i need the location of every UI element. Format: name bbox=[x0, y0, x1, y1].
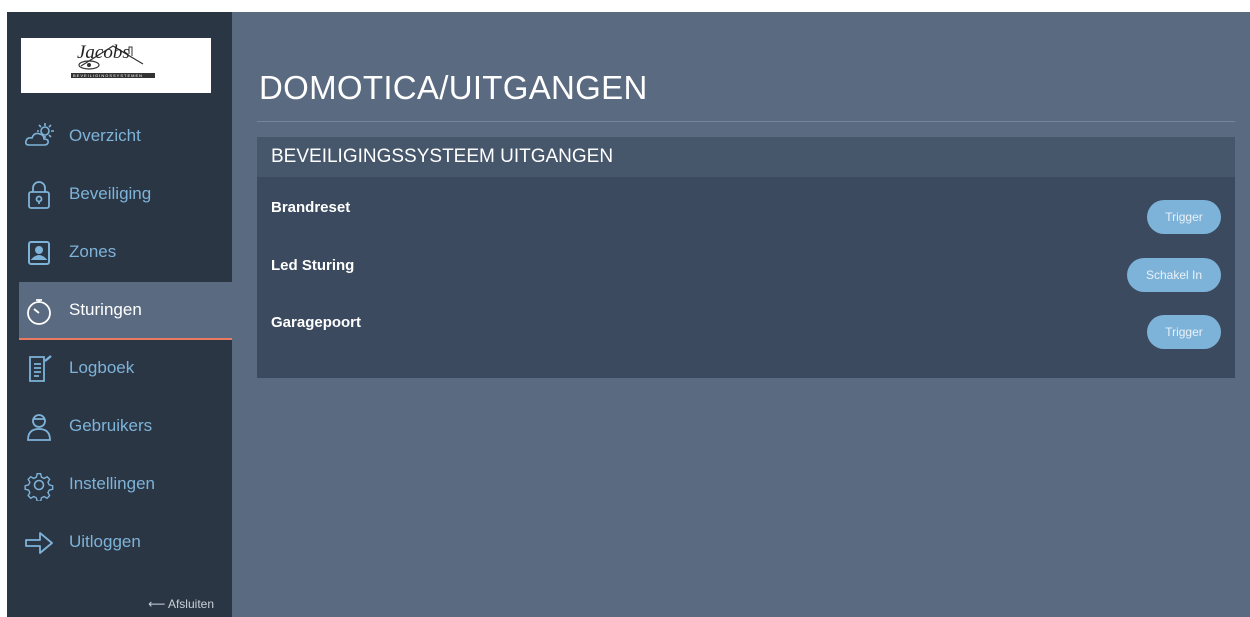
sidebar-item-overzicht[interactable]: Overzicht bbox=[7, 108, 232, 166]
arrow-right-icon bbox=[23, 527, 55, 559]
title-divider bbox=[257, 121, 1235, 122]
logo-tagline: BEVEILIGINGSSYSTEMEN bbox=[73, 73, 144, 78]
sidebar-item-instellingen[interactable]: Instellingen bbox=[7, 456, 232, 514]
output-row-brandreset: Brandreset Trigger bbox=[257, 199, 1235, 247]
output-name: Garagepoort bbox=[271, 314, 362, 331]
logo: Jacobs BEVEILIGINGSSYSTEMEN bbox=[21, 38, 211, 93]
sidebar-item-sturingen[interactable]: Sturingen bbox=[19, 282, 232, 340]
sidebar-item-label: Sturingen bbox=[69, 300, 142, 319]
user-icon bbox=[23, 411, 55, 443]
sidebar: Jacobs BEVEILIGINGSSYSTEMEN Overzicht Be… bbox=[7, 12, 232, 617]
sidebar-item-beveiliging[interactable]: Beveiliging bbox=[7, 166, 232, 224]
stopwatch-icon bbox=[23, 295, 55, 327]
sidebar-item-label: Beveiliging bbox=[69, 184, 152, 203]
output-name: Led Sturing bbox=[271, 257, 355, 274]
sidebar-item-gebruikers[interactable]: Gebruikers bbox=[7, 398, 232, 456]
trigger-button[interactable]: Trigger bbox=[1147, 315, 1221, 349]
outputs-panel: BEVEILIGINGSSYSTEEM UITGANGEN Brandreset… bbox=[257, 137, 1235, 378]
panel-title: BEVEILIGINGSSYSTEEM UITGANGEN bbox=[257, 137, 1235, 177]
cloud-sun-icon bbox=[23, 121, 55, 153]
sidebar-item-uitloggen[interactable]: Uitloggen bbox=[7, 514, 232, 572]
output-row-led-sturing: Led Sturing Schakel In bbox=[257, 257, 1235, 305]
sidebar-item-label: Gebruikers bbox=[69, 416, 153, 435]
trigger-button[interactable]: Trigger bbox=[1147, 200, 1221, 234]
sidebar-item-label: Uitloggen bbox=[69, 532, 141, 551]
sidebar-item-label: Logboek bbox=[69, 358, 135, 377]
schakel-in-button[interactable]: Schakel In bbox=[1127, 258, 1221, 292]
zone-icon bbox=[23, 237, 55, 269]
document-edit-icon bbox=[23, 353, 55, 385]
logo-text: Jacobs bbox=[77, 42, 130, 63]
gear-icon bbox=[23, 469, 55, 501]
sidebar-item-logboek[interactable]: Logboek bbox=[7, 340, 232, 398]
sidebar-item-zones[interactable]: Zones bbox=[7, 224, 232, 282]
sidebar-item-label: Zones bbox=[69, 242, 117, 261]
sidebar-item-label: Overzicht bbox=[69, 126, 141, 145]
page-title: DOMOTICA/UITGANGEN bbox=[259, 69, 648, 106]
sidebar-nav: Overzicht Beveiliging Zones Sturingen Lo… bbox=[7, 108, 232, 572]
afsluiten-link[interactable]: ⟵ Afsluiten bbox=[148, 597, 214, 611]
output-name: Brandreset bbox=[271, 199, 351, 216]
sidebar-item-label: Instellingen bbox=[69, 474, 156, 493]
lock-icon bbox=[23, 179, 55, 211]
output-row-garagepoort: Garagepoort Trigger bbox=[257, 314, 1235, 362]
app-window: Jacobs BEVEILIGINGSSYSTEMEN Overzicht Be… bbox=[7, 12, 1250, 617]
